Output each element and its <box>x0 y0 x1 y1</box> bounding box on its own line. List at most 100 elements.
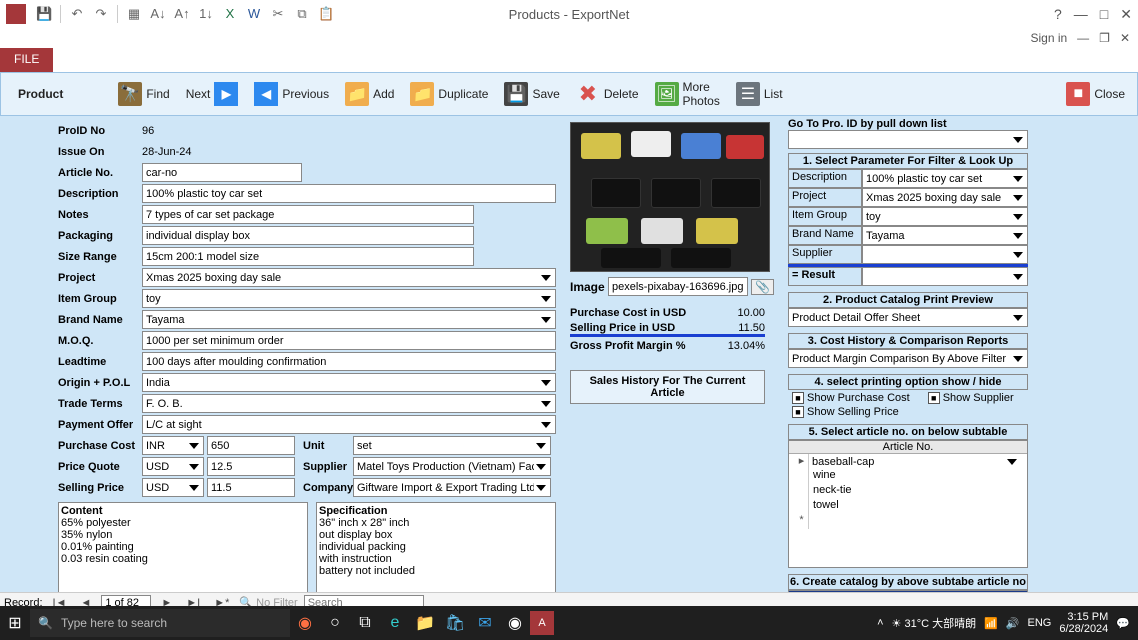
chk-supplier[interactable]: ■Show Supplier <box>928 392 1014 404</box>
pq-val-input[interactable] <box>207 457 295 476</box>
supplier-select[interactable]: Matel Toys Production (Vietnam) Factory <box>353 457 551 476</box>
sub-item-0[interactable]: baseball-cap <box>809 454 1021 469</box>
redo-icon[interactable]: ↷ <box>93 6 109 22</box>
duplicate-button[interactable]: 📁Duplicate <box>404 80 494 108</box>
purch-label: Purchase Cost in USD <box>570 307 686 319</box>
save-icon[interactable]: 💾 <box>36 6 52 22</box>
cortana-icon[interactable]: ○ <box>320 608 350 638</box>
qat-icon[interactable]: ▦ <box>126 6 142 22</box>
pay-select[interactable]: L/C at sight <box>142 415 556 434</box>
find-button[interactable]: 🔭Find <box>112 80 175 108</box>
copy-icon[interactable]: ⧉ <box>294 6 310 22</box>
image-browse-icon[interactable]: 📎 <box>751 279 774 295</box>
undo-icon[interactable]: ↶ <box>69 6 85 22</box>
comp-label: Company <box>303 482 353 494</box>
add-button[interactable]: 📁Add <box>339 80 400 108</box>
close-window-icon[interactable]: ✕ <box>1120 6 1132 23</box>
list-button[interactable]: ☰List <box>730 80 789 108</box>
sect3-select[interactable]: Product Margin Comparison By Above Filte… <box>788 349 1028 368</box>
sp-val-input[interactable] <box>207 478 295 497</box>
notifications-icon[interactable]: 💬 <box>1116 617 1130 630</box>
f-desc-select[interactable]: 100% plastic toy car set <box>862 169 1028 188</box>
file-tab[interactable]: FILE <box>0 48 53 72</box>
company-select[interactable]: Giftware Import & Export Trading Ltd <box>353 478 551 497</box>
f-result-select[interactable] <box>862 267 1028 286</box>
article-subtable[interactable]: Article No. ▸baseball-cap wine neck-tie … <box>788 440 1028 568</box>
doc-minimize-icon[interactable]: ― <box>1077 31 1089 45</box>
sp-ccy-select[interactable]: USD <box>142 478 204 497</box>
chk-purchase-cost[interactable]: ■Show Purchase Cost <box>792 392 910 404</box>
sect2-select[interactable]: Product Detail Offer Sheet <box>788 308 1028 327</box>
f-group-select[interactable]: toy <box>862 207 1028 226</box>
weather-widget[interactable]: ☀ 31°C 大部晴朗 <box>892 615 977 631</box>
mail-icon[interactable]: ✉ <box>470 608 500 638</box>
image-file-input[interactable] <box>608 277 748 296</box>
goto-select[interactable] <box>788 130 1028 149</box>
previous-button[interactable]: ◀Previous <box>248 80 335 108</box>
doc-restore-icon[interactable]: ❐ <box>1099 31 1110 45</box>
minimize-icon[interactable]: ― <box>1074 6 1088 23</box>
sect1-header: 1. Select Parameter For Filter & Look Up <box>788 153 1028 169</box>
sub-item-3[interactable]: towel <box>809 499 839 514</box>
copilot-icon[interactable]: ◉ <box>290 608 320 638</box>
tray-chevron-icon[interactable]: ˄ <box>877 617 883 629</box>
sub-item-2[interactable]: neck-tie <box>809 484 852 499</box>
close-button[interactable]: ■Close <box>1060 80 1131 108</box>
more-photos-button[interactable]: 🖼MorePhotos <box>649 78 726 110</box>
word-icon[interactable]: W <box>246 6 262 22</box>
start-button[interactable]: ⊞ <box>0 608 30 638</box>
sect6-header: 6. Create catalog by above subtabe artic… <box>788 574 1028 590</box>
maximize-icon[interactable]: □ <box>1100 6 1108 23</box>
sort-num-icon[interactable]: 1↓ <box>198 6 214 22</box>
f-brand-select[interactable]: Tayama <box>862 226 1028 245</box>
lead-input[interactable] <box>142 352 556 371</box>
edge-icon[interactable]: e <box>380 608 410 638</box>
pcost-ccy-select[interactable]: INR <box>142 436 204 455</box>
product-tab[interactable]: Product <box>7 82 74 106</box>
clock[interactable]: 3:15 PM6/28/2024 <box>1059 611 1108 635</box>
pcost-val-input[interactable] <box>207 436 295 455</box>
lang-icon[interactable]: ENG <box>1028 617 1052 629</box>
sect5-header: 5. Select article no. on below subtable <box>788 424 1028 440</box>
moq-input[interactable] <box>142 331 556 350</box>
taskbar-search[interactable]: 🔍Type here to search <box>30 609 290 637</box>
help-icon[interactable]: ? <box>1054 6 1062 23</box>
pq-ccy-select[interactable]: USD <box>142 457 204 476</box>
quick-access-toolbar: 💾 ↶ ↷ ▦ A↓ A↑ 1↓ X W ✂ ⧉ 📋 Products - Ex… <box>0 0 1138 28</box>
paste-icon[interactable]: 📋 <box>318 6 334 22</box>
wifi-icon[interactable]: 📶 <box>984 617 998 630</box>
product-photo[interactable] <box>570 122 770 272</box>
access-icon[interactable]: A <box>530 611 554 635</box>
sales-history-button[interactable]: Sales History For The Current Article <box>570 370 765 404</box>
delete-button[interactable]: ✖Delete <box>570 80 645 108</box>
store-icon[interactable]: 🛍 <box>440 608 470 638</box>
sort-desc-icon[interactable]: A↑ <box>174 6 190 22</box>
origin-select[interactable]: India <box>142 373 556 392</box>
sign-in-link[interactable]: Sign in <box>1030 31 1067 45</box>
brand-select[interactable]: Tayama <box>142 310 556 329</box>
notes-input[interactable] <box>142 205 474 224</box>
group-select[interactable]: toy <box>142 289 556 308</box>
trade-select[interactable]: F. O. B. <box>142 394 556 413</box>
sort-asc-icon[interactable]: A↓ <box>150 6 166 22</box>
explorer-icon[interactable]: 📁 <box>410 608 440 638</box>
chk-selling-price[interactable]: ■Show Selling Price <box>792 406 1024 418</box>
project-select[interactable]: Xmas 2025 boxing day sale <box>142 268 556 287</box>
taskview-icon[interactable]: ⧉ <box>350 608 380 638</box>
size-input[interactable] <box>142 247 474 266</box>
f-proj-select[interactable]: Xmas 2025 boxing day sale <box>862 188 1028 207</box>
cut-icon[interactable]: ✂ <box>270 6 286 22</box>
f-supp-select[interactable] <box>862 245 1028 264</box>
next-button[interactable]: Next▶ <box>180 80 245 108</box>
excel-icon[interactable]: X <box>222 6 238 22</box>
volume-icon[interactable]: 🔊 <box>1006 617 1020 630</box>
desc-input[interactable] <box>142 184 556 203</box>
sub-item-1[interactable]: wine <box>809 469 836 484</box>
chrome-icon[interactable]: ◉ <box>500 608 530 638</box>
save-button[interactable]: 💾Save <box>498 80 565 108</box>
article-input[interactable] <box>142 163 302 182</box>
subtable-header: Article No. <box>789 441 1027 454</box>
doc-close-icon[interactable]: ✕ <box>1120 31 1130 45</box>
unit-select[interactable]: set <box>353 436 551 455</box>
pack-input[interactable] <box>142 226 474 245</box>
